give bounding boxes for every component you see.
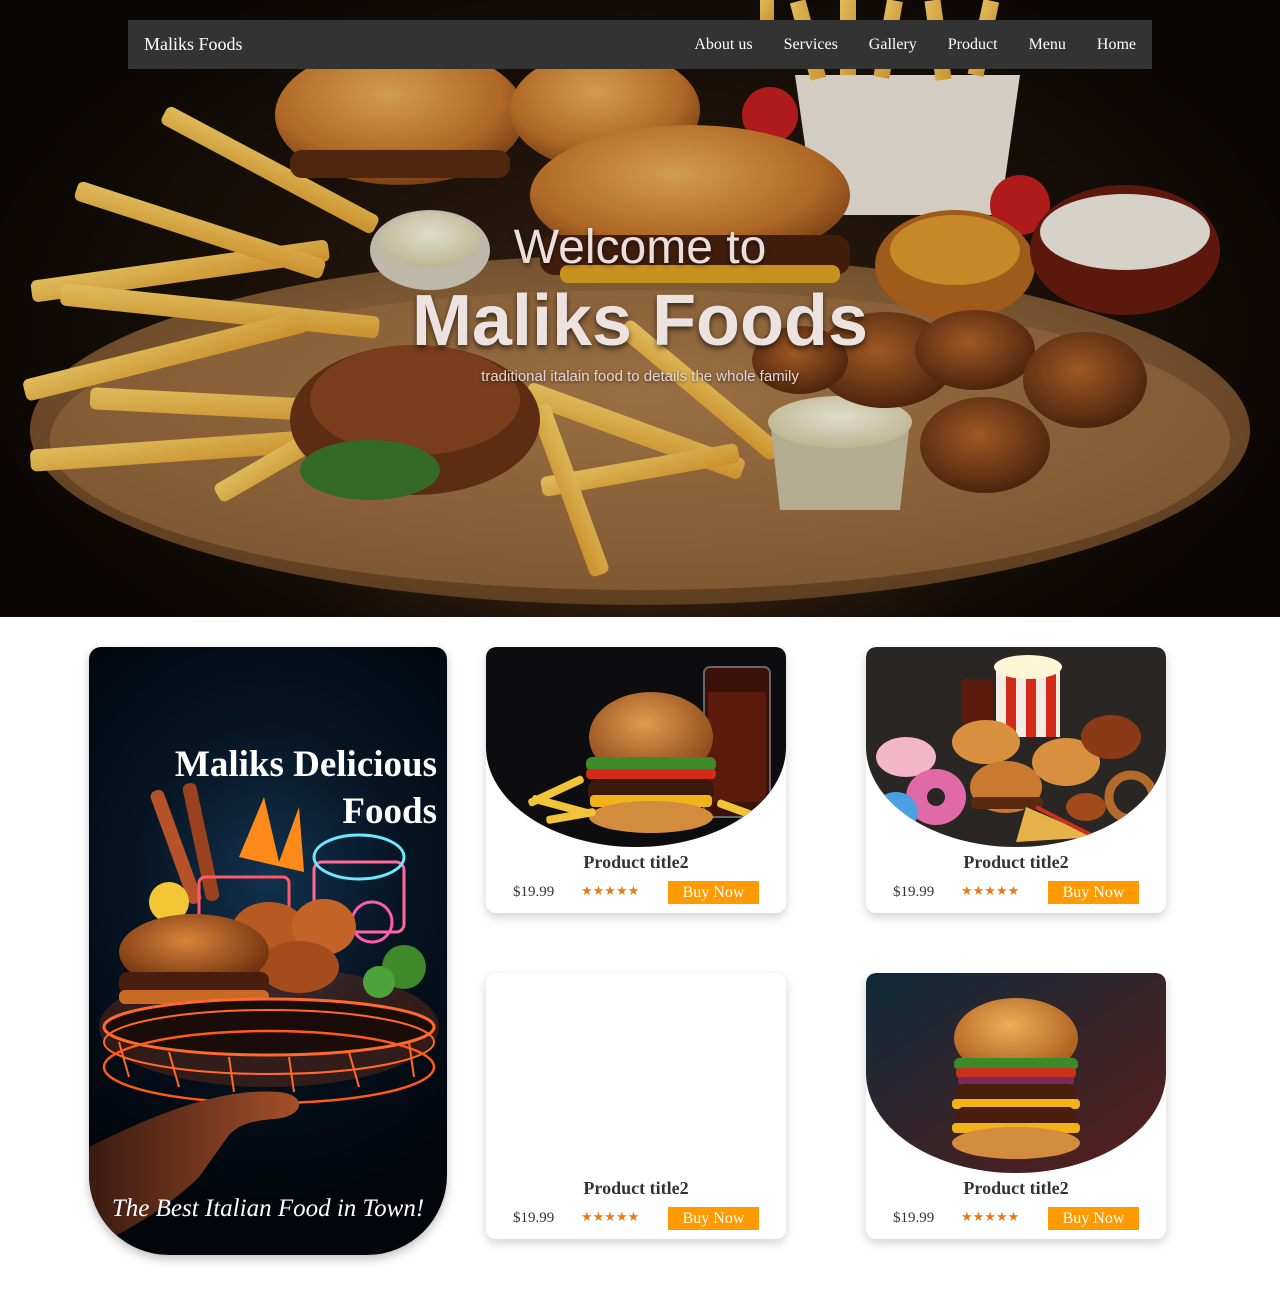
nav-menu: About us Services Gallery Product Menu H… [679, 20, 1136, 69]
product-price: $19.99 [893, 1210, 935, 1226]
product-image [866, 973, 1166, 1173]
nav-gallery[interactable]: Gallery [853, 20, 932, 69]
promo-title: Maliks Delicious Foods [175, 741, 437, 835]
rating-stars: ★★★★★ [961, 1210, 1020, 1225]
nav-home[interactable]: Home [1081, 20, 1136, 69]
hero-title: Maliks Foods [411, 281, 869, 361]
product-title: Product title2 [583, 1178, 689, 1198]
double-cheeseburger-image [866, 973, 1166, 1173]
promo-footer-text: The Best Italian Food in Town! [111, 1195, 425, 1222]
fast-food-spread-image [866, 647, 1166, 847]
promo-title-line1: Maliks Delicious [174, 744, 437, 785]
top-navbar: Maliks Foods About us Services Gallery P… [128, 20, 1152, 69]
product-card: Product title2 $19.99 ★★★★★ Buy Now [866, 973, 1166, 1239]
product-title: Product title2 [963, 1178, 1069, 1198]
buy-now-button[interactable]: Buy Now [1048, 881, 1139, 904]
nav-product[interactable]: Product [932, 20, 1013, 69]
rating-stars: ★★★★★ [581, 884, 640, 899]
rating-stars: ★★★★★ [961, 884, 1020, 899]
promo-food-image [89, 782, 439, 1247]
product-card: Product title2 $19.99 ★★★★★ Buy Now [486, 647, 786, 913]
product-image [486, 647, 786, 847]
product-image [866, 647, 1166, 847]
buy-now-button[interactable]: Buy Now [668, 1207, 759, 1230]
product-card: Product title2 $19.99 ★★★★★ Buy Now [866, 647, 1166, 913]
product-card: Product title2 $19.99 ★★★★★ Buy Now [486, 973, 786, 1239]
product-title: Product title2 [583, 852, 689, 872]
product-image-placeholder [486, 973, 786, 1173]
product-title: Product title2 [963, 852, 1069, 872]
promo-card: Maliks Delicious Foods The Best Italian … [89, 647, 447, 1255]
promo-title-line2: Foods [342, 791, 437, 832]
product-price: $19.99 [513, 884, 555, 900]
buy-now-button[interactable]: Buy Now [668, 881, 759, 904]
brand-logo-text[interactable]: Maliks Foods [144, 34, 243, 55]
nav-about-us[interactable]: About us [679, 20, 768, 69]
nav-services[interactable]: Services [768, 20, 853, 69]
hero-welcome: Welcome to [513, 221, 767, 274]
rating-stars: ★★★★★ [581, 1210, 640, 1225]
hero-tagline: traditional italain food to details the … [481, 368, 799, 385]
hero-banner: Welcome to Maliks Foods traditional ital… [0, 0, 1280, 617]
product-price: $19.99 [513, 1210, 555, 1226]
burger-cola-image [486, 647, 786, 847]
product-price: $19.99 [893, 884, 935, 900]
nav-menu-link[interactable]: Menu [1013, 20, 1081, 69]
buy-now-button[interactable]: Buy Now [1048, 1207, 1139, 1230]
